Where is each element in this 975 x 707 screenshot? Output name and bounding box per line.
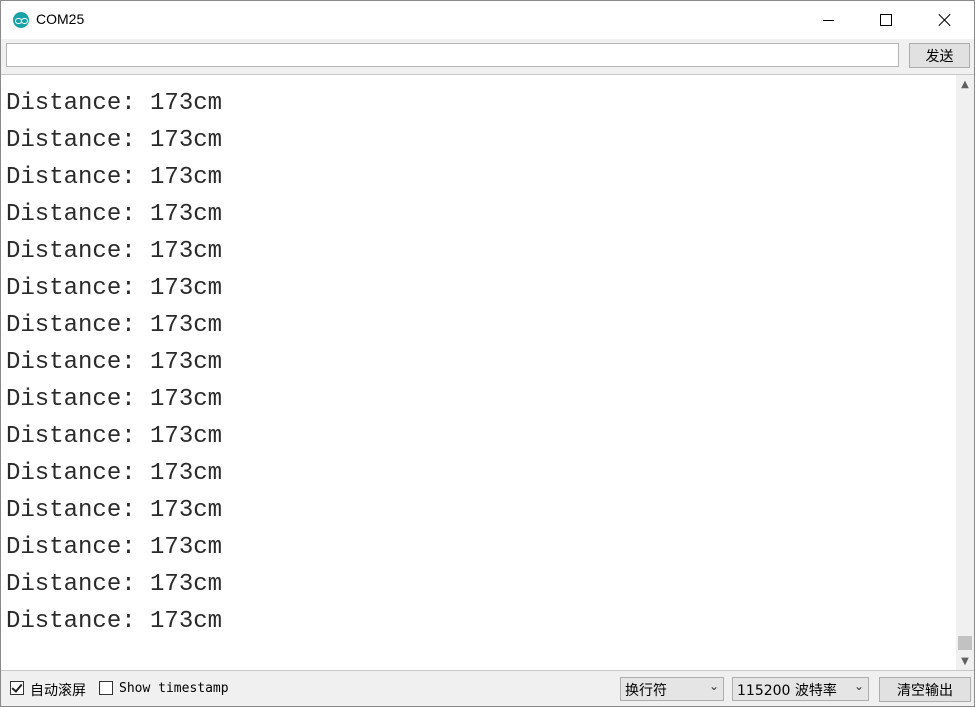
maximize-button[interactable] — [857, 1, 915, 39]
maximize-icon — [880, 14, 892, 26]
send-input[interactable] — [6, 43, 899, 67]
title-bar: COM25 — [1, 1, 974, 39]
output-lines: Distance: 173cm Distance: 173cm Distance: … — [6, 85, 222, 640]
output-line: Distance: 173cm — [6, 201, 223, 228]
output-line: Distance: 173cm — [6, 386, 223, 413]
timestamp-checkbox[interactable] — [99, 681, 113, 695]
status-bar: 自动滚屏 Show timestamp 换行符 ⌄ 115200 波特率 ⌄ 清… — [1, 672, 974, 706]
output-line: Distance: 173cm — [6, 275, 223, 302]
line-ending-value: 换行符 — [625, 683, 667, 699]
output-line: Distance: 173cm — [6, 534, 223, 561]
vertical-scrollbar[interactable]: ▲ ▼ — [956, 75, 974, 670]
output-line: Distance: 173cm — [6, 460, 223, 487]
output-line: Distance: 173cm — [6, 127, 223, 154]
output-line: Distance: 173cm — [6, 423, 223, 450]
minimize-icon — [822, 19, 834, 21]
output-line: Distance: 173cm — [6, 608, 223, 635]
chevron-down-icon: ⌄ — [853, 679, 864, 693]
send-button[interactable]: 发送 — [909, 43, 970, 68]
baud-rate-value: 115200 波特率 — [737, 683, 837, 699]
arduino-icon — [13, 12, 29, 28]
scroll-up-arrow-icon[interactable]: ▲ — [956, 75, 974, 93]
window-title: COM25 — [36, 11, 85, 27]
output-line: Distance: 173cm — [6, 164, 223, 191]
close-icon — [938, 13, 952, 27]
chevron-down-icon: ⌄ — [708, 679, 719, 693]
output-line: Distance: 173cm — [6, 238, 223, 265]
output-line: Distance: 173cm — [6, 349, 223, 376]
minimize-button[interactable] — [799, 1, 857, 39]
autoscroll-label: 自动滚屏 — [30, 683, 86, 699]
serial-monitor-window: COM25 发送 Distance: 173cm Distance: 173cm D… — [0, 0, 975, 707]
scroll-thumb[interactable] — [958, 636, 972, 650]
output-line: Distance: 173cm — [6, 90, 223, 117]
autoscroll-checkbox[interactable] — [10, 681, 24, 695]
output-line: Distance: 173cm — [6, 571, 223, 598]
output-line: Distance: 173cm — [6, 312, 223, 339]
clear-output-button[interactable]: 清空输出 — [879, 677, 971, 702]
baud-rate-select[interactable]: 115200 波特率 ⌄ — [732, 677, 869, 701]
line-ending-select[interactable]: 换行符 ⌄ — [620, 677, 724, 701]
scroll-down-arrow-icon[interactable]: ▼ — [956, 652, 974, 670]
output-line: Distance: 173cm — [6, 497, 223, 524]
serial-output: Distance: 173cm Distance: 173cm Distance: … — [1, 74, 974, 671]
close-button[interactable] — [916, 1, 974, 39]
timestamp-label: Show timestamp — [119, 681, 229, 696]
